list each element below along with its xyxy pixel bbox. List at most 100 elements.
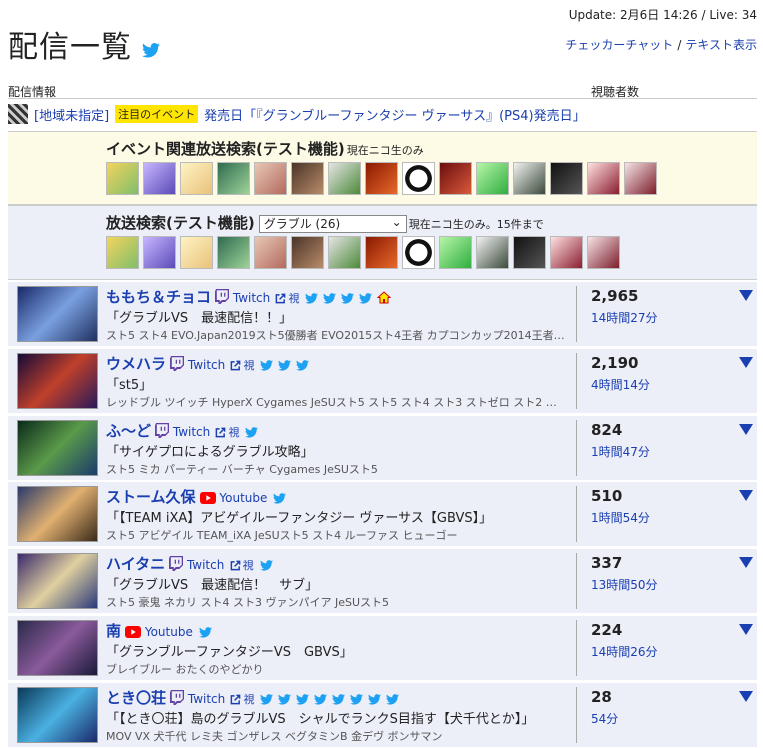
nico-stream-icon[interactable] xyxy=(254,162,287,195)
text-view-link[interactable]: テキスト表示 xyxy=(685,38,757,52)
platform-link[interactable]: Twitch xyxy=(155,422,210,439)
nico-stream-icon[interactable] xyxy=(624,162,657,195)
nico-stream-icon[interactable] xyxy=(217,162,250,195)
platform-link[interactable]: Youtube xyxy=(199,491,267,505)
platform-link[interactable]: Twitch xyxy=(170,355,225,372)
nico-stream-icon[interactable] xyxy=(143,162,176,195)
nico-stream-icon[interactable] xyxy=(513,162,546,195)
watch-link[interactable]: 視 xyxy=(243,559,254,572)
external-link-icon[interactable] xyxy=(230,557,241,575)
twitter-icon[interactable] xyxy=(142,31,160,66)
expand-arrow-icon[interactable] xyxy=(739,557,753,569)
nico-stream-icon[interactable] xyxy=(328,162,361,195)
external-link-icon[interactable] xyxy=(215,424,226,442)
broadcast-title[interactable]: 「サイゲプロによるグラブル攻略」 xyxy=(106,441,314,460)
streamer-name[interactable]: とき〇荘 Twitch 視 xyxy=(106,687,404,709)
streamer-name[interactable]: ももち＆チョコ Twitch 視 xyxy=(106,286,392,308)
nico-stream-icon[interactable] xyxy=(291,162,324,195)
nico-stream-icon[interactable] xyxy=(587,162,620,195)
nico-stream-icon[interactable] xyxy=(513,236,546,269)
external-link-icon[interactable] xyxy=(230,357,241,375)
broadcast-title[interactable]: 「グラブルVS 最速配信！ サブ」 xyxy=(106,574,318,593)
nico-stream-icon[interactable] xyxy=(365,236,398,269)
nico-stream-icon[interactable] xyxy=(291,236,324,269)
broadcast-title[interactable]: 「【TEAM iXA】アビゲイルーファンタジー ヴァーサス【GBVS】」 xyxy=(106,507,492,526)
twitter-icon[interactable] xyxy=(278,689,296,707)
twitter-icon[interactable] xyxy=(296,689,314,707)
event-region-link[interactable]: [地域未指定] xyxy=(34,105,109,124)
nico-stream-icon[interactable] xyxy=(402,162,435,195)
nico-stream-icon[interactable] xyxy=(439,162,472,195)
twitter-icon[interactable] xyxy=(332,689,350,707)
twitter-icon[interactable] xyxy=(359,288,377,306)
platform-link[interactable]: Twitch xyxy=(170,689,225,706)
twitter-icon[interactable] xyxy=(245,422,263,440)
stream-thumbnail[interactable] xyxy=(17,286,98,342)
twitter-icon[interactable] xyxy=(323,288,341,306)
expand-arrow-icon[interactable] xyxy=(739,690,753,702)
platform-link[interactable]: Twitch xyxy=(215,289,270,305)
streamer-name[interactable]: ふ～ど Twitch 視 xyxy=(106,420,263,442)
stream-thumbnail[interactable] xyxy=(17,620,98,676)
stream-thumbnail[interactable] xyxy=(17,419,98,476)
nico-stream-icon[interactable] xyxy=(402,236,435,269)
twitter-icon[interactable] xyxy=(260,355,278,373)
nico-stream-icon[interactable] xyxy=(106,162,139,195)
nico-stream-icon[interactable] xyxy=(476,162,509,195)
stream-thumbnail[interactable] xyxy=(17,486,98,543)
broadcast-title[interactable]: 「グランブルーファンタジーVS GBVS」 xyxy=(106,641,353,660)
expand-arrow-icon[interactable] xyxy=(739,423,753,435)
nico-stream-icon[interactable] xyxy=(439,236,472,269)
expand-arrow-icon[interactable] xyxy=(739,490,753,502)
streamer-name[interactable]: ハイタニ Twitch 視 xyxy=(106,553,278,575)
watch-link[interactable]: 視 xyxy=(243,693,254,706)
stream-thumbnail[interactable] xyxy=(17,553,98,610)
twitter-icon[interactable] xyxy=(314,689,332,707)
twitter-icon[interactable] xyxy=(341,288,359,306)
checker-chat-link[interactable]: チェッカーチャット xyxy=(565,38,673,52)
streamer-name[interactable]: ストーム久保 Youtube xyxy=(106,486,291,507)
broadcast-title[interactable]: 「グラブルVS 最速配信！！」 xyxy=(106,307,292,326)
twitter-icon[interactable] xyxy=(350,689,368,707)
nico-stream-icon[interactable] xyxy=(254,236,287,269)
home-icon[interactable] xyxy=(377,290,392,308)
external-link-icon[interactable] xyxy=(230,691,241,709)
nico-stream-icon[interactable] xyxy=(365,162,398,195)
streamer-name[interactable]: 南 Youtube xyxy=(106,620,217,641)
watch-link[interactable]: 視 xyxy=(228,426,239,439)
expand-arrow-icon[interactable] xyxy=(739,624,753,635)
twitter-icon[interactable] xyxy=(386,689,404,707)
event-title-link[interactable]: 発売日「『グランブルーファンタジー ヴァーサス』(PS4)発売日」 xyxy=(204,105,585,124)
twitter-icon[interactable] xyxy=(198,622,217,640)
nico-stream-icon[interactable] xyxy=(328,236,361,269)
twitter-icon[interactable] xyxy=(305,288,323,306)
category-select[interactable]: グラブル (26) xyxy=(258,214,407,233)
twitter-icon[interactable] xyxy=(296,355,314,373)
twitter-icon[interactable] xyxy=(368,689,386,707)
nico-stream-icon[interactable] xyxy=(587,236,620,269)
twitter-icon[interactable] xyxy=(278,355,296,373)
watch-link[interactable]: 視 xyxy=(288,292,299,305)
platform-link[interactable]: Twitch xyxy=(169,556,224,572)
twitter-icon[interactable] xyxy=(259,555,278,573)
twitter-icon[interactable] xyxy=(260,689,278,707)
expand-arrow-icon[interactable] xyxy=(739,356,753,368)
nico-stream-icon[interactable] xyxy=(550,162,583,195)
nico-stream-icon[interactable] xyxy=(143,236,176,269)
stream-thumbnail[interactable] xyxy=(17,352,98,409)
external-link-icon[interactable] xyxy=(275,290,286,308)
streamer-name[interactable]: ウメハラ Twitch 視 xyxy=(106,353,314,375)
nico-stream-icon[interactable] xyxy=(550,236,583,269)
broadcast-title[interactable]: 「【とき〇荘】島のグラブルVS シャルでランクS目指す【犬千代とか】」 xyxy=(106,708,534,727)
nico-stream-icon[interactable] xyxy=(476,236,509,269)
stream-thumbnail[interactable] xyxy=(17,686,98,743)
nico-stream-icon[interactable] xyxy=(180,236,213,269)
expand-arrow-icon[interactable] xyxy=(739,290,753,301)
nico-stream-icon[interactable] xyxy=(180,162,213,195)
nico-stream-icon[interactable] xyxy=(217,236,250,269)
nico-stream-icon[interactable] xyxy=(106,236,139,269)
watch-link[interactable]: 視 xyxy=(243,359,254,372)
broadcast-title[interactable]: 「st5」 xyxy=(106,374,152,393)
twitter-icon[interactable] xyxy=(273,488,291,506)
platform-link[interactable]: Youtube xyxy=(125,625,193,639)
